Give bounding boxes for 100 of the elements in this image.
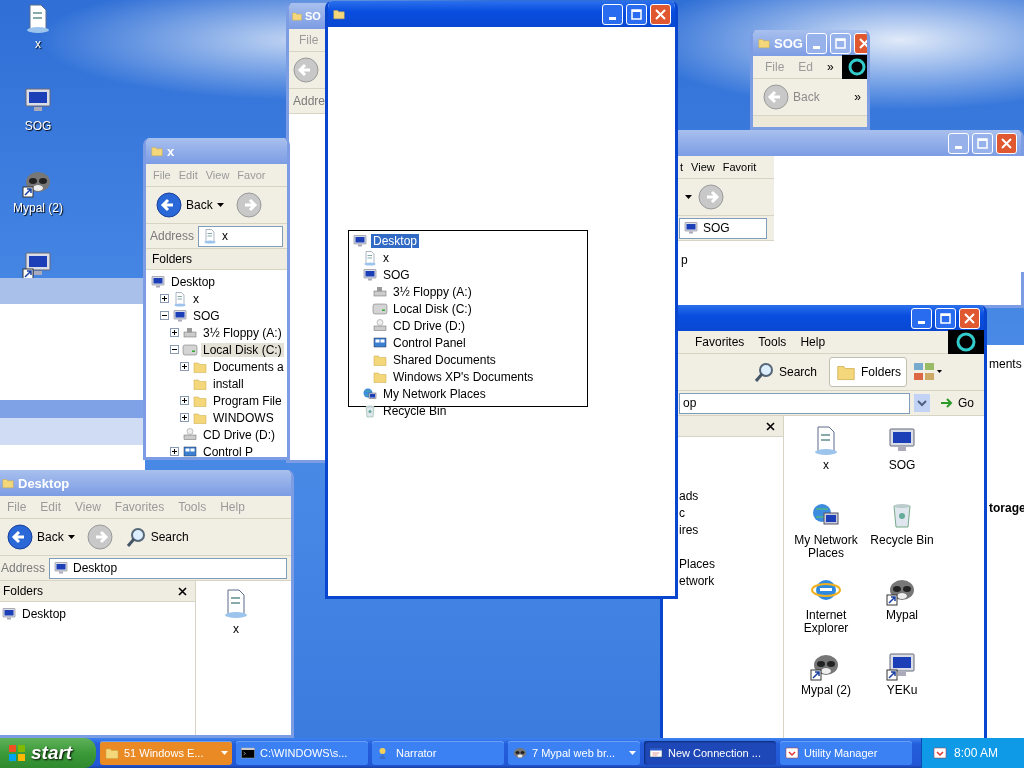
collapse-toggle-icon[interactable] bbox=[160, 311, 169, 320]
expand-toggle-icon[interactable] bbox=[180, 413, 189, 422]
tree-item[interactable]: SOG bbox=[381, 267, 412, 282]
tree-item[interactable]: 3½ Floppy (A:) bbox=[391, 284, 474, 299]
tree-item[interactable]: ads bbox=[679, 489, 783, 506]
tree-item[interactable]: Windows XP's Documents bbox=[391, 369, 536, 384]
taskbar-button[interactable]: 7 Mypal web br... bbox=[508, 741, 640, 765]
file-icon-label[interactable]: YEKu bbox=[864, 684, 940, 697]
file-icon-label[interactable]: SOG bbox=[864, 459, 940, 472]
dropdown-icon[interactable] bbox=[914, 394, 930, 412]
tree-item[interactable]: Local Disk (C:) bbox=[391, 301, 474, 316]
search-button[interactable]: Search bbox=[747, 357, 824, 387]
search-icon bbox=[753, 361, 775, 383]
file-icon-label[interactable]: x bbox=[233, 622, 239, 636]
monitor-icon bbox=[53, 560, 70, 576]
connection-icon bbox=[648, 745, 664, 761]
expand-toggle-icon[interactable] bbox=[170, 447, 179, 456]
tree-item[interactable]: Control Panel bbox=[391, 335, 468, 350]
tree-item[interactable]: Local Disk (C:) bbox=[201, 342, 284, 357]
caret-icon bbox=[216, 203, 224, 207]
go-button[interactable]: Go bbox=[934, 393, 980, 413]
tree-item[interactable]: 3½ Floppy (A:) bbox=[201, 325, 284, 340]
folders-button[interactable]: Folders bbox=[829, 357, 908, 387]
maximize-button[interactable] bbox=[626, 3, 647, 25]
taskbar-button[interactable]: Narrator bbox=[372, 741, 504, 765]
menu-item[interactable]: Tools bbox=[752, 333, 793, 351]
expand-toggle-icon[interactable] bbox=[170, 328, 179, 337]
folder-icon bbox=[332, 7, 346, 21]
search-button[interactable]: Search bbox=[118, 522, 195, 552]
toolbar-overflow[interactable]: » bbox=[848, 88, 867, 106]
desktop-icon-label[interactable]: Mypal (2) bbox=[13, 201, 63, 215]
tree-item[interactable]: Control P bbox=[201, 444, 256, 457]
pane-title: Folders bbox=[152, 252, 192, 266]
tree-item[interactable]: Desktop bbox=[371, 233, 420, 248]
file-icon-label[interactable]: Recycle Bin bbox=[864, 534, 940, 547]
address-field[interactable]: x bbox=[198, 225, 283, 247]
folder-icon bbox=[1, 476, 15, 490]
tree-item[interactable]: Documents a bbox=[211, 359, 286, 374]
tree-item[interactable]: SOG bbox=[191, 308, 222, 323]
tree-item[interactable]: ires bbox=[679, 523, 783, 540]
file-icon-label[interactable]: Mypal bbox=[864, 609, 940, 622]
tree-item[interactable]: Shared Documents bbox=[391, 352, 498, 367]
tree-item[interactable]: My Network Places bbox=[381, 386, 488, 401]
tree-item[interactable]: WINDOWS bbox=[211, 410, 276, 425]
tree-item[interactable]: x bbox=[191, 291, 201, 306]
expand-toggle-icon[interactable] bbox=[180, 396, 189, 405]
menu-item[interactable]: Favorites bbox=[689, 333, 751, 351]
tree-item[interactable]: Desktop bbox=[20, 606, 69, 621]
caret-icon bbox=[67, 535, 75, 539]
close-icon[interactable] bbox=[178, 586, 187, 596]
arrow-right-icon bbox=[940, 397, 954, 409]
close-button[interactable] bbox=[650, 3, 671, 25]
desktop-icon-label[interactable]: SOG bbox=[24, 119, 52, 133]
monitor-icon bbox=[352, 232, 368, 249]
tree-item[interactable]: CD Drive (D:) bbox=[391, 318, 467, 333]
close-icon bbox=[964, 312, 975, 324]
file-icon-label[interactable]: My Network Places bbox=[788, 534, 864, 560]
address-field[interactable]: Desktop bbox=[49, 557, 287, 579]
minimize-button[interactable] bbox=[911, 307, 932, 329]
close-icon[interactable] bbox=[766, 421, 775, 431]
expand-toggle-icon[interactable] bbox=[160, 294, 169, 303]
computer-icon bbox=[683, 220, 699, 236]
menu-item[interactable]: View bbox=[688, 159, 718, 175]
address-field[interactable]: op bbox=[679, 392, 910, 414]
tree-item[interactable]: CD Drive (D:) bbox=[201, 427, 277, 442]
desktop-icon-label[interactable]: x bbox=[35, 37, 41, 51]
close-button[interactable] bbox=[959, 307, 980, 329]
menu-item[interactable]: Help bbox=[794, 333, 832, 351]
tree-item[interactable]: p bbox=[681, 253, 688, 267]
back-button[interactable]: Back bbox=[150, 190, 230, 220]
tree-item[interactable]: Places bbox=[679, 557, 783, 574]
taskbar-button[interactable]: Utility Manager bbox=[780, 741, 912, 765]
document-icon bbox=[362, 249, 378, 266]
menu-item[interactable]: t bbox=[677, 159, 687, 175]
tree-item[interactable]: Desktop bbox=[169, 274, 218, 289]
tree-item[interactable]: install bbox=[211, 376, 246, 391]
views-icon[interactable] bbox=[913, 361, 944, 383]
file-icon-label[interactable]: Internet Explorer bbox=[788, 609, 864, 635]
document-icon bbox=[172, 290, 188, 307]
start-button[interactable]: start bbox=[0, 738, 96, 768]
menu-overflow[interactable]: » bbox=[821, 58, 840, 76]
minimize-button[interactable] bbox=[602, 3, 623, 25]
back-button[interactable]: Back bbox=[1, 522, 81, 552]
collapse-toggle-icon[interactable] bbox=[170, 345, 179, 354]
taskbar-button[interactable]: New Connection ... bbox=[644, 741, 776, 765]
taskbar-button[interactable]: C:\WINDOWS\s... bbox=[236, 741, 368, 765]
close-icon bbox=[655, 8, 666, 20]
tree-item[interactable]: c bbox=[679, 506, 783, 523]
minimize-icon bbox=[609, 16, 616, 20]
menu-item[interactable]: Favorit bbox=[719, 159, 760, 175]
cd-drive-icon bbox=[372, 317, 388, 334]
maximize-button[interactable] bbox=[935, 307, 956, 329]
tree-item[interactable]: x bbox=[381, 250, 391, 265]
expand-toggle-icon[interactable] bbox=[180, 362, 189, 371]
close-button[interactable] bbox=[996, 132, 1017, 154]
tree-item[interactable]: Program File bbox=[211, 393, 284, 408]
tree-item[interactable]: etwork bbox=[679, 574, 783, 591]
file-icon-label[interactable]: x bbox=[788, 459, 864, 472]
address-field[interactable]: SOG bbox=[679, 217, 767, 239]
file-icon-label[interactable]: Mypal (2) bbox=[788, 684, 864, 697]
